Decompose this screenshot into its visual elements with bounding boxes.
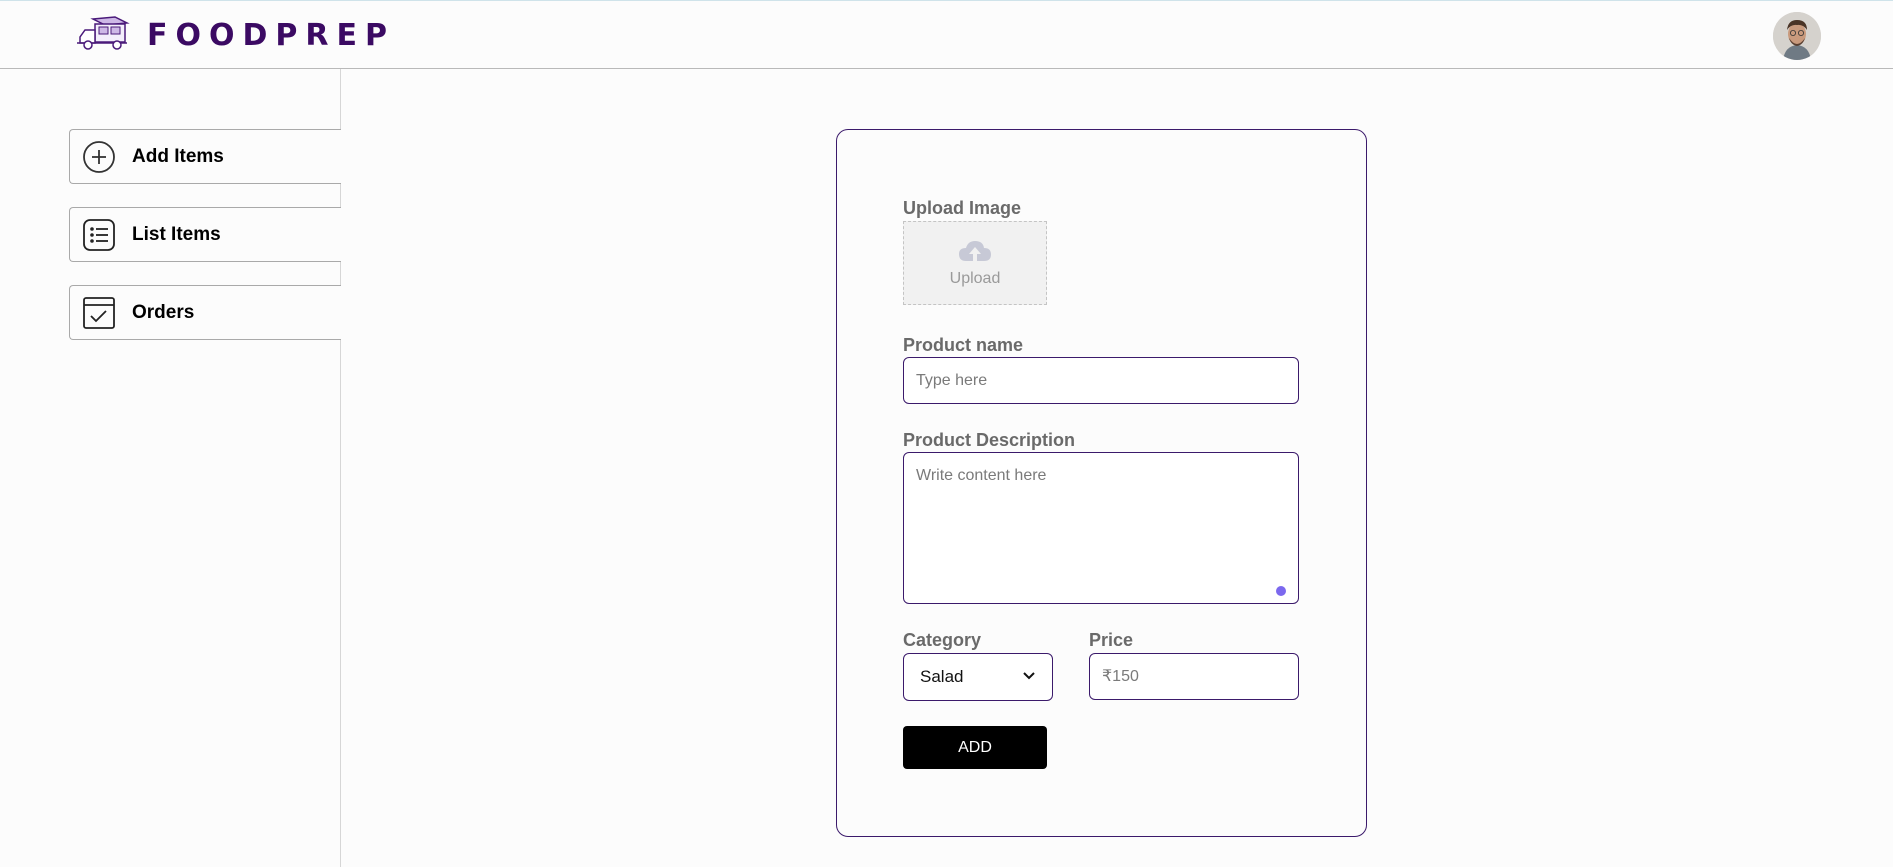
sidebar-item-orders[interactable]: Orders [69,285,341,340]
add-button[interactable]: ADD [903,726,1047,769]
list-icon [82,218,116,252]
check-square-icon [82,296,116,330]
upload-image-button[interactable]: Upload [903,221,1047,305]
brand-name: FOODPREP [147,17,395,53]
sidebar-item-add-items[interactable]: Add Items [69,129,341,184]
cloud-upload-icon [957,239,993,268]
category-select[interactable]: Salad [903,653,1053,701]
sidebar-item-label: Add Items [132,145,224,167]
product-description-textarea[interactable] [903,452,1299,604]
chevron-down-icon [1022,668,1036,686]
user-avatar[interactable] [1773,12,1821,60]
upload-image-label: Upload Image [903,198,1022,218]
product-name-input[interactable] [903,357,1299,404]
price-label: Price [1089,630,1134,650]
textarea-resize-handle[interactable] [1276,586,1286,596]
brand-logo[interactable]: FOODPREP [75,15,395,55]
product-name-label: Product name [903,335,1024,355]
sidebar: Add Items List Items Orders [0,69,341,867]
plus-circle-icon [82,140,116,174]
price-input[interactable] [1089,653,1299,700]
sidebar-item-list-items[interactable]: List Items [69,207,341,262]
top-bar: FOODPREP [0,0,1893,69]
category-selected-value: Salad [920,667,964,686]
sidebar-item-label: List Items [132,223,221,245]
product-description-label: Product Description [903,430,1076,450]
upload-text: Upload [949,269,1001,287]
food-truck-icon [75,13,135,58]
sidebar-item-label: Orders [132,301,195,323]
category-label: Category [903,630,982,650]
